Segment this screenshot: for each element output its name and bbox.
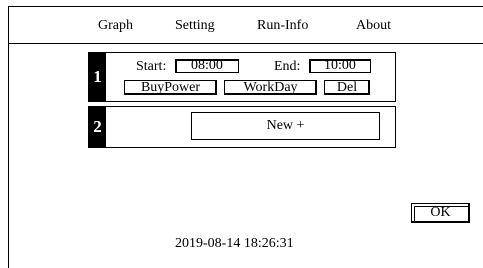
end-time-field[interactable]: 10:00 [309,59,371,73]
menu-about[interactable]: About [356,18,391,34]
time-slot-2: 2 New + [88,106,396,148]
new-slot-button[interactable]: New + [191,112,380,140]
menu-bar: Graph Setting Run-Info About [9,7,483,44]
end-label: End: [274,59,301,74]
slot-number-2: 2 [89,107,106,147]
buypower-button[interactable]: BuyPower [124,80,217,95]
time-slot-1: 1 Start: 08:00 End: 10:00 BuyPower WorkD… [88,52,396,102]
menu-run-info[interactable]: Run-Info [257,18,308,34]
workday-button[interactable]: WorkDay [224,80,317,95]
menu-setting[interactable]: Setting [175,18,215,34]
delete-button[interactable]: Del [324,80,370,95]
start-time-field[interactable]: 08:00 [175,59,239,73]
clock-display: 2019-08-14 18:26:31 [175,236,294,251]
ok-button[interactable]: OK [411,203,470,223]
menu-graph[interactable]: Graph [98,18,133,34]
slot-number-1: 1 [89,53,106,101]
start-label: Start: [136,59,167,74]
